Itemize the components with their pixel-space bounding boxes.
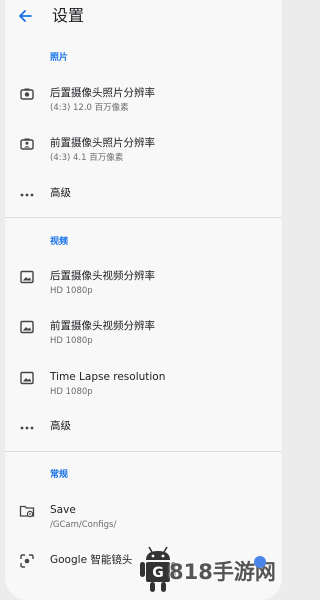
section-divider bbox=[5, 451, 282, 452]
folder-settings-icon bbox=[19, 505, 35, 518]
app-bar: 设置 bbox=[5, 0, 282, 34]
front-camera-icon bbox=[20, 138, 34, 150]
item-subtitle: HD 1080p bbox=[50, 336, 93, 346]
item-title: Time Lapse resolution bbox=[50, 371, 166, 383]
setting-front-photo-resolution[interactable]: 前置摄像头照片分辨率 (4:3) 4.1 百万像素 bbox=[5, 136, 282, 178]
more-dots-icon bbox=[20, 193, 34, 197]
back-button[interactable] bbox=[13, 5, 37, 27]
item-title: 高级 bbox=[50, 420, 71, 432]
item-title: 前置摄像头视频分辨率 bbox=[50, 320, 155, 332]
item-title: Save bbox=[50, 504, 76, 516]
section-header-photo: 照片 bbox=[50, 53, 69, 63]
arrow-left-icon bbox=[19, 10, 32, 22]
setting-front-video-resolution[interactable]: 前置摄像头视频分辨率 HD 1080p bbox=[5, 319, 282, 361]
setting-save-config[interactable]: Save /GCam/Configs/ bbox=[5, 503, 282, 545]
item-subtitle: (4:3) 4.1 百万像素 bbox=[50, 153, 124, 163]
setting-photo-advanced[interactable]: 高级 bbox=[5, 186, 282, 228]
video-camera-icon bbox=[20, 371, 34, 385]
setting-rear-photo-resolution[interactable]: 后置摄像头照片分辨率 (4:3) 12.0 百万像素 bbox=[5, 86, 282, 128]
section-header-video: 视频 bbox=[50, 237, 69, 247]
item-title: 高级 bbox=[50, 187, 71, 199]
video-camera-icon bbox=[20, 320, 34, 334]
setting-timelapse-resolution[interactable]: Time Lapse resolution HD 1080p bbox=[5, 370, 282, 412]
setting-video-advanced[interactable]: 高级 bbox=[5, 419, 282, 461]
item-title: Google 智能镜头 bbox=[50, 554, 133, 566]
item-subtitle: (4:3) 12.0 百万像素 bbox=[50, 103, 129, 113]
lens-icon bbox=[20, 554, 34, 568]
page-title: 设置 bbox=[52, 6, 85, 25]
item-subtitle: HD 1080p bbox=[50, 387, 93, 397]
section-header-general: 常规 bbox=[50, 470, 69, 480]
item-title: 后置摄像头照片分辨率 bbox=[50, 87, 155, 99]
site-watermark: G 818手游网 bbox=[140, 540, 287, 600]
item-title: 前置摄像头照片分辨率 bbox=[50, 137, 155, 149]
item-title: 后置摄像头视频分辨率 bbox=[50, 270, 155, 282]
rear-camera-icon bbox=[20, 88, 34, 100]
settings-screen: 设置 照片 后置摄像头照片分辨率 (4:3) 12.0 百万像素 前置摄像头照片… bbox=[5, 0, 282, 600]
watermark-letter: G bbox=[152, 565, 164, 581]
video-camera-icon bbox=[20, 270, 34, 284]
item-subtitle: /GCam/Configs/ bbox=[50, 520, 117, 530]
section-divider bbox=[5, 217, 282, 218]
more-dots-icon bbox=[20, 426, 34, 430]
setting-rear-video-resolution[interactable]: 后置摄像头视频分辨率 HD 1080p bbox=[5, 269, 282, 311]
blue-dot-icon bbox=[254, 556, 266, 568]
item-subtitle: HD 1080p bbox=[50, 286, 93, 296]
